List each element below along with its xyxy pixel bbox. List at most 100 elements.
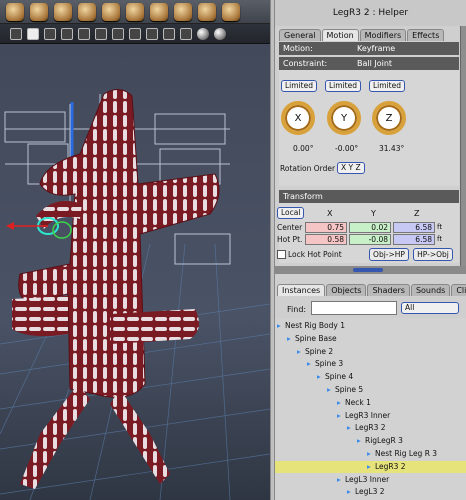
expand-arrow-icon[interactable]: ▸ (347, 422, 351, 434)
hammer-tool-icon[interactable] (126, 2, 144, 21)
tree-row[interactable]: ▸ Spine 2 (275, 346, 466, 358)
selection-helper (6, 217, 72, 239)
tab-motion[interactable]: Motion (321, 29, 359, 41)
tab-modifiers[interactable]: Modifiers (359, 29, 407, 41)
expand-arrow-icon[interactable]: ▸ (367, 448, 371, 460)
expand-arrow-icon[interactable]: ▸ (337, 410, 341, 422)
dropper-tool-icon[interactable] (174, 2, 192, 21)
sculpt-tool-icon[interactable] (30, 2, 48, 21)
tree-row[interactable]: ▸ LegL3 Inner (275, 474, 466, 486)
center-z-field[interactable]: 6.58 (393, 222, 435, 233)
hotpt-z-field[interactable]: 6.58 (393, 234, 435, 245)
expand-arrow-icon[interactable]: ▸ (287, 333, 291, 345)
grid-icon[interactable] (146, 27, 158, 40)
hotpt-x-field[interactable]: 0.58 (305, 234, 347, 245)
filter-dropdown[interactable]: All (401, 302, 459, 314)
tab-clips[interactable]: Clips (451, 284, 466, 296)
shaded-icon[interactable] (112, 27, 124, 40)
tree-row[interactable]: ▸ Spine 5 (275, 384, 466, 396)
tab-shaders[interactable]: Shaders (367, 284, 410, 296)
col-z-header: Z (414, 209, 420, 218)
tree-row[interactable]: ▸ LegR3 Inner (275, 410, 466, 422)
hotpt-label: Hot Pt. (277, 235, 303, 244)
helmet-tool-icon[interactable] (6, 2, 24, 21)
splitter-grip[interactable] (353, 268, 383, 272)
tab-objects[interactable]: Objects (326, 284, 367, 296)
limited-x-dropdown[interactable]: Limited (281, 80, 317, 92)
tree-row[interactable]: ▸ Neck 1 (275, 397, 466, 409)
properties-panel: LegR3 2 : Helper General Motion Modifier… (275, 0, 466, 500)
tab-general[interactable]: General (279, 29, 321, 41)
expand-arrow-icon[interactable]: ▸ (367, 461, 371, 473)
target-tool-icon[interactable] (198, 2, 216, 21)
dial-y-label: Y (340, 112, 348, 124)
panel-scrollbar[interactable] (460, 26, 466, 266)
outline-icon[interactable] (44, 27, 56, 40)
tree-row[interactable]: ▸ LegL3 2 (275, 486, 466, 498)
texture-preview-icon[interactable] (163, 27, 175, 40)
obj-to-hp-button[interactable]: Obj->HP (369, 248, 409, 261)
expand-arrow-icon[interactable]: ▸ (277, 320, 281, 332)
tree-row[interactable]: ▸ Spine 3 (275, 358, 466, 370)
motion-row[interactable]: Motion: Keyframe (279, 42, 459, 55)
expand-arrow-icon[interactable]: ▸ (317, 371, 321, 383)
hotpt-y-field[interactable]: -0.08 (349, 234, 391, 245)
tree-row-label: Nest Rig Leg R 3 (375, 449, 438, 458)
rotation-order-dropdown[interactable]: X Y Z (337, 162, 365, 174)
tab-sounds[interactable]: Sounds (410, 284, 451, 296)
wire-icon[interactable] (78, 27, 90, 40)
grid-tool-icon[interactable] (54, 2, 72, 21)
brush-tool-icon[interactable] (150, 2, 168, 21)
stretch-tool-icon[interactable] (102, 2, 120, 21)
shaded-sphere-icon[interactable] (214, 27, 226, 40)
center-unit: ft (437, 223, 443, 231)
rotation-dial-y[interactable]: Y (327, 101, 361, 135)
expand-arrow-icon[interactable]: ▸ (337, 474, 341, 486)
tree-row[interactable]: ▸ RigLegR 3 (275, 435, 466, 447)
tree-row[interactable]: ▸ Nest Rig Body 1 (275, 320, 466, 332)
rotation-dial-x[interactable]: X (281, 101, 315, 135)
expand-arrow-icon[interactable]: ▸ (357, 435, 361, 447)
space-dropdown[interactable]: Local (277, 207, 305, 219)
expand-arrow-icon[interactable]: ▸ (327, 384, 331, 396)
light-tool-icon[interactable] (222, 2, 240, 21)
tree-row-label: Neck 1 (345, 397, 371, 407)
tree-row-label: LegR3 2 (375, 461, 406, 471)
dial-x-value: 0.00° (293, 144, 314, 153)
3d-viewport[interactable] (0, 44, 270, 500)
hotpt-unit: ft (437, 235, 443, 243)
bowl-tool-icon[interactable] (78, 2, 96, 21)
rotation-dial-z[interactable]: Z (372, 101, 406, 135)
tree-row[interactable]: ▸ Spine 4 (275, 371, 466, 383)
browser-splitter[interactable] (275, 266, 466, 274)
expand-arrow-icon[interactable]: ▸ (307, 358, 311, 370)
textured-icon[interactable] (129, 27, 141, 40)
center-label: Center (277, 223, 303, 232)
expand-arrow-icon[interactable]: ▸ (337, 397, 341, 409)
lock-hotpoint-checkbox[interactable] (277, 250, 286, 259)
limited-z-dropdown[interactable]: Limited (369, 80, 405, 92)
tree-row[interactable]: ▸ LegR3 2 (275, 422, 466, 434)
tab-instances[interactable]: Instances (277, 284, 326, 296)
box-icon[interactable] (61, 27, 73, 40)
tree-row-label: RigLegR 3 (365, 436, 403, 446)
transform-header[interactable]: Transform (279, 190, 459, 203)
tab-effects[interactable]: Effects (407, 29, 445, 41)
constraint-row[interactable]: Constraint: Ball Joint (279, 57, 459, 70)
display-mode-icon[interactable] (10, 27, 22, 40)
find-input[interactable] (311, 301, 397, 315)
center-x-field[interactable]: 0.75 (305, 222, 347, 233)
tree-row[interactable]: ▸ Nest Rig Leg R 3 (275, 448, 466, 460)
expand-arrow-icon[interactable]: ▸ (297, 346, 301, 358)
expand-arrow-icon[interactable]: ▸ (347, 486, 351, 498)
constraint-value: Ball Joint (357, 59, 393, 68)
hp-to-obj-button[interactable]: HP->Obj (413, 248, 453, 261)
center-y-field[interactable]: 0.02 (349, 222, 391, 233)
flat-shade-icon[interactable] (27, 27, 39, 40)
limited-y-dropdown[interactable]: Limited (325, 80, 361, 92)
hidden-line-icon[interactable] (95, 27, 107, 40)
tree-row[interactable]: ▸ LegR3 2 (275, 460, 466, 473)
tree-row[interactable]: ▸ Spine Base (275, 333, 466, 345)
ground-icon[interactable] (180, 27, 192, 40)
render-sphere-icon[interactable] (197, 27, 209, 40)
